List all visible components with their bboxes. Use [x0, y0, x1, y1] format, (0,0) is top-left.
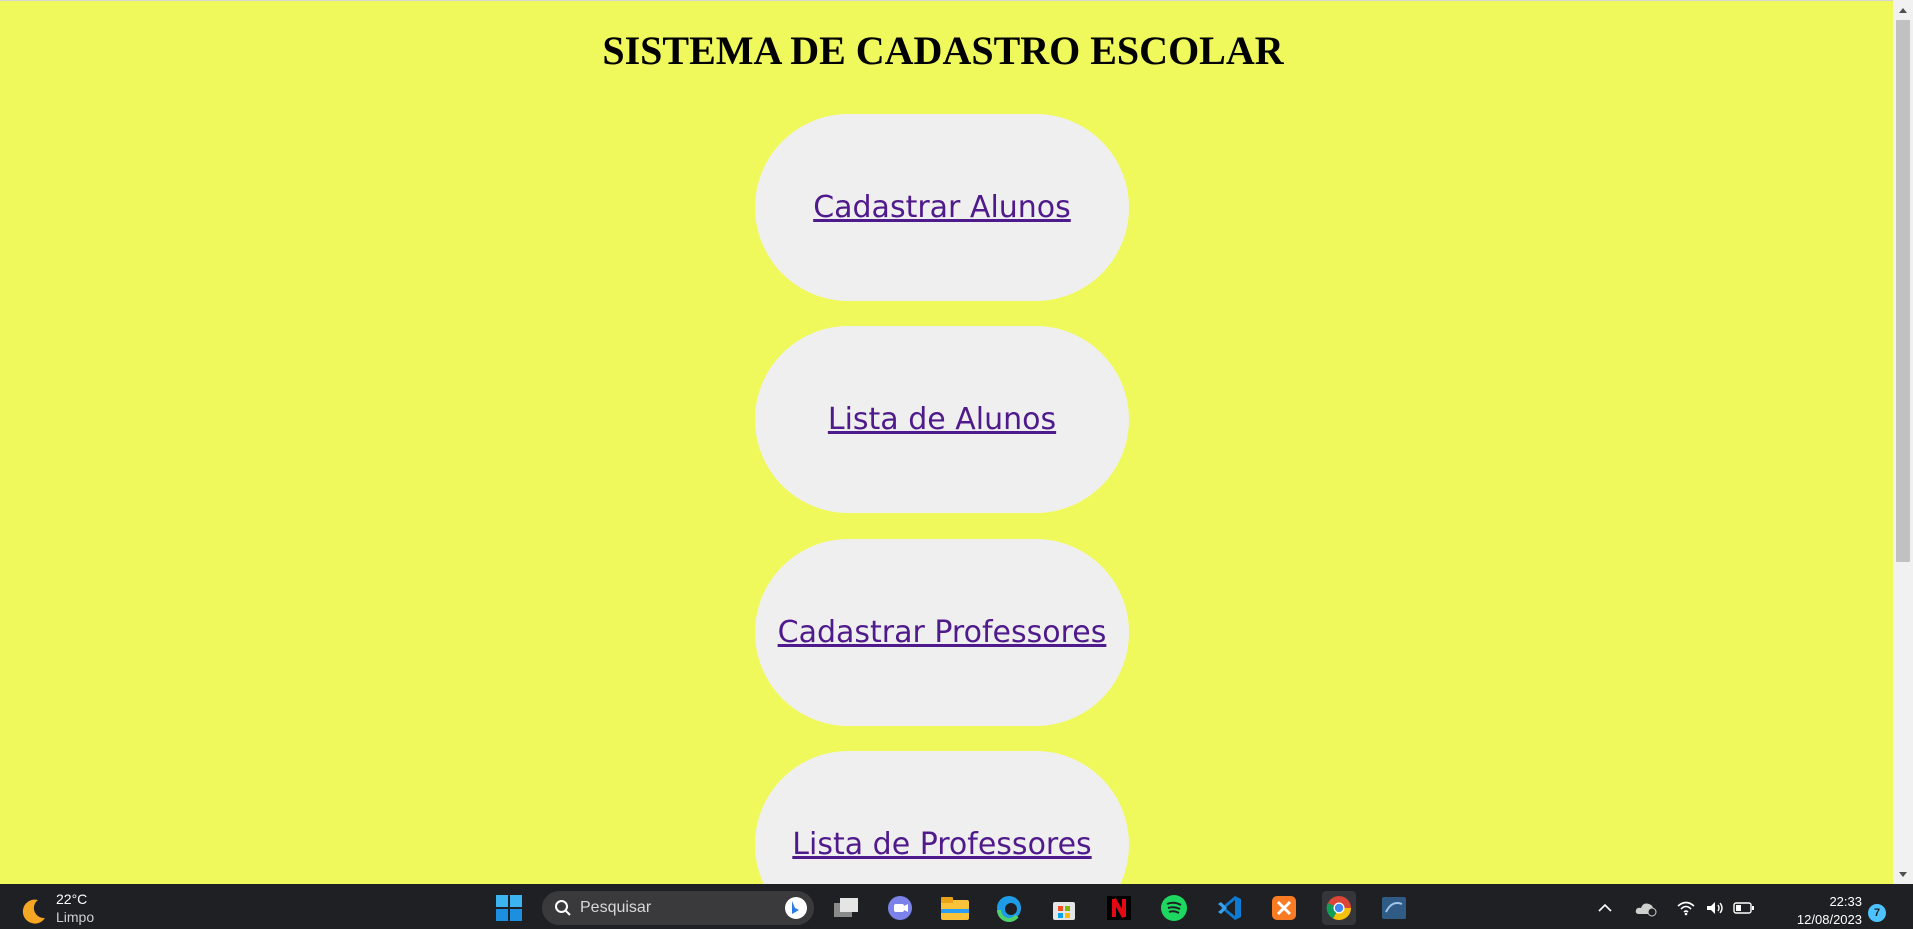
chrome-icon[interactable] [1322, 891, 1356, 925]
menu-button-cadastrar-professores[interactable]: Cadastrar Professores [755, 539, 1129, 726]
weather-temperature: 22°C [56, 891, 88, 907]
menu-button-lista-alunos[interactable]: Lista de Alunos [755, 326, 1129, 513]
notification-badge[interactable]: 7 [1868, 904, 1886, 922]
link-cadastrar-alunos[interactable]: Cadastrar Alunos [813, 190, 1071, 225]
battery-icon[interactable] [1727, 891, 1761, 925]
mysql-workbench-icon[interactable] [1377, 891, 1411, 925]
link-lista-professores[interactable]: Lista de Professores [792, 827, 1091, 862]
scroll-up-arrow-icon[interactable] [1893, 2, 1913, 18]
spotify-icon[interactable] [1157, 891, 1191, 925]
taskbar-clock[interactable]: 22:33 12/08/2023 [1770, 893, 1862, 929]
clock-time: 22:33 [1829, 894, 1862, 909]
windows-start-icon[interactable] [492, 891, 526, 925]
search-placeholder: Pesquisar [580, 899, 652, 916]
clock-date: 12/08/2023 [1796, 912, 1862, 927]
vertical-scrollbar[interactable] [1893, 0, 1913, 884]
search-box[interactable]: Pesquisar [542, 891, 814, 925]
chevron-up-icon[interactable] [1588, 891, 1622, 925]
bing-icon[interactable] [784, 896, 808, 920]
menu-button-lista-professores[interactable]: Lista de Professores [755, 751, 1129, 885]
taskbar: 22°C Limpo Pesquisar 22:33 12/08/2023 7 [0, 884, 1913, 929]
netflix-icon[interactable] [1102, 891, 1136, 925]
search-icon [555, 900, 571, 916]
xampp-icon[interactable] [1267, 891, 1301, 925]
vscode-icon[interactable] [1212, 891, 1246, 925]
file-explorer-icon[interactable] [938, 891, 972, 925]
teams-chat-icon[interactable] [883, 891, 917, 925]
weather-widget[interactable]: 22°C Limpo [18, 890, 94, 926]
weather-condition: Limpo [56, 909, 95, 925]
browser-viewport: SISTEMA DE CADASTRO ESCOLAR Cadastrar Al… [0, 0, 1893, 885]
scrollbar-thumb[interactable] [1896, 20, 1910, 562]
link-lista-alunos[interactable]: Lista de Alunos [828, 402, 1056, 437]
link-cadastrar-professores[interactable]: Cadastrar Professores [778, 615, 1107, 650]
menu-button-cadastrar-alunos[interactable]: Cadastrar Alunos [755, 114, 1129, 301]
onedrive-icon[interactable] [1629, 891, 1663, 925]
edge-icon[interactable] [992, 891, 1026, 925]
page-title: SISTEMA DE CADASTRO ESCOLAR [602, 28, 1284, 73]
scroll-down-arrow-icon[interactable] [1893, 866, 1913, 882]
microsoft-store-icon[interactable] [1047, 891, 1081, 925]
task-view-icon[interactable] [829, 891, 863, 925]
moon-icon [22, 899, 45, 924]
